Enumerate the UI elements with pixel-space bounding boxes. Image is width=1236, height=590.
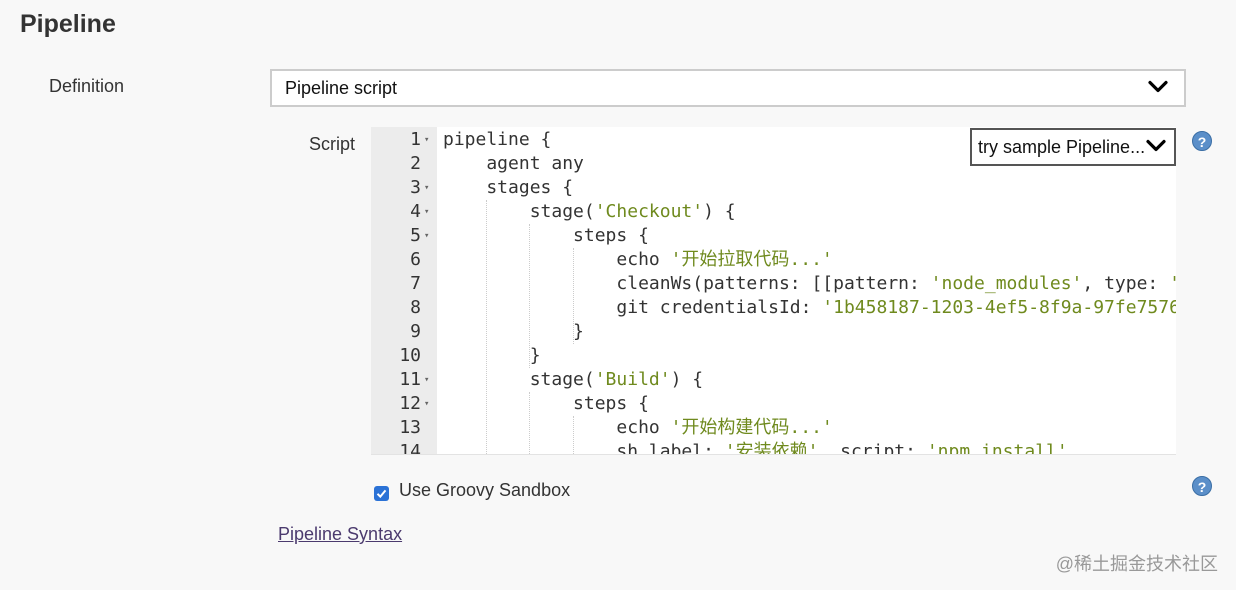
code-line: 11 ▾ stage('Build') { [371, 368, 1176, 392]
line-number: 1 [410, 129, 421, 150]
line-number: 6 [410, 249, 421, 270]
line-number: 12 [399, 393, 421, 414]
fold-toggle-icon[interactable]: ▾ [424, 200, 429, 224]
fold-toggle-icon[interactable]: ▾ [424, 224, 429, 248]
line-number: 7 [410, 273, 421, 294]
watermark-text: @稀土掘金技术社区 [1055, 554, 1218, 574]
sample-pipeline-select[interactable]: try sample Pipeline... [970, 128, 1176, 166]
code-line: 9 } [371, 320, 1176, 344]
sample-pipeline-value: try sample Pipeline... [978, 136, 1146, 157]
code-text: pipeline { [443, 129, 552, 150]
definition-label: Definition [49, 76, 125, 96]
code-line: 5 ▾ steps { [371, 224, 1176, 248]
code-line: 10 } [371, 344, 1176, 368]
code-text: } [443, 345, 541, 366]
fold-toggle-icon[interactable]: ▾ [424, 368, 429, 392]
code-text: sh label: '安装依赖', script: 'npm install' [443, 441, 1068, 455]
definition-select[interactable]: Pipeline script [270, 69, 1186, 107]
code-line: 3 ▾ stages { [371, 176, 1176, 200]
chevron-down-icon [1148, 78, 1168, 99]
code-line: 13 echo '开始构建代码...' [371, 416, 1176, 440]
line-number: 4 [410, 201, 421, 222]
code-text: steps { [443, 225, 649, 246]
groovy-sandbox-label: Use Groovy Sandbox [399, 480, 571, 500]
line-number: 10 [399, 345, 421, 366]
definition-value: Pipeline script [285, 77, 398, 98]
script-label: Script [309, 134, 356, 154]
line-number: 13 [399, 417, 421, 438]
page-title: Pipeline [20, 10, 116, 38]
script-editor[interactable]: 1 ▾ pipeline {2 agent any 3 ▾ stages {4 ▾ sta… [371, 127, 1176, 455]
code-text: stage('Build') { [443, 369, 704, 390]
line-number: 8 [410, 297, 421, 318]
code-text: echo '开始拉取代码...' [443, 249, 833, 270]
code-line: 12 ▾ steps { [371, 392, 1176, 416]
code-text: stages { [443, 177, 574, 198]
code-line: 4 ▾ stage('Checkout') { [371, 200, 1176, 224]
code-line: 14 sh label: '安装依赖', script: 'npm instal… [371, 440, 1176, 455]
groovy-sandbox-checkbox[interactable] [374, 486, 389, 501]
fold-toggle-icon[interactable]: ▾ [424, 392, 429, 416]
line-number: 9 [410, 321, 421, 342]
script-help-icon[interactable]: ? [1192, 131, 1212, 151]
fold-toggle-icon[interactable]: ▾ [424, 176, 429, 200]
fold-toggle-icon[interactable]: ▾ [424, 128, 429, 152]
sandbox-help-icon[interactable]: ? [1192, 476, 1212, 496]
pipeline-syntax-link[interactable]: Pipeline Syntax [278, 524, 402, 545]
code-text: } [443, 321, 584, 342]
chevron-down-icon [1146, 137, 1166, 158]
line-number: 2 [410, 153, 421, 174]
code-text: git credentialsId: '1b458187-1203-4ef5-8… [443, 297, 1176, 318]
code-text: cleanWs(patterns: [[pattern: 'node_modul… [443, 273, 1176, 294]
code-text: stage('Checkout') { [443, 201, 736, 222]
code-text: steps { [443, 393, 649, 414]
code-line: 6 echo '开始拉取代码...' [371, 248, 1176, 272]
code-line: 7 cleanWs(patterns: [[pattern: 'node_mod… [371, 272, 1176, 296]
code-text: echo '开始构建代码...' [443, 417, 833, 438]
code-line: 8 git credentialsId: '1b458187-1203-4ef5… [371, 296, 1176, 320]
line-number: 3 [410, 177, 421, 198]
checkmark-icon [376, 489, 387, 499]
line-number: 14 [399, 441, 421, 455]
line-number: 11 [399, 369, 421, 390]
code-text: agent any [443, 153, 584, 174]
line-number: 5 [410, 225, 421, 246]
